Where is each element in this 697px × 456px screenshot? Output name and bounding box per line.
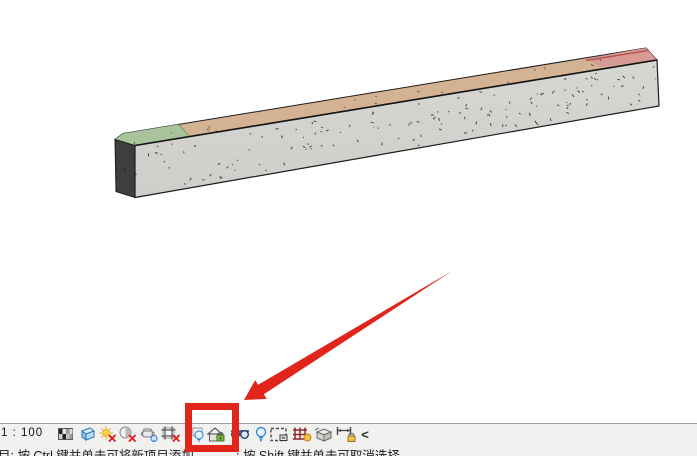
- detail-level-icon: [58, 428, 73, 440]
- crop-region-lightbulb-icon: [192, 426, 206, 442]
- visual-style-button[interactable]: [76, 425, 96, 443]
- view-control-bar: 1 : 100: [0, 423, 697, 445]
- sun-path-button[interactable]: [97, 425, 117, 443]
- hide-isolate-glasses-icon: [230, 428, 250, 440]
- temporary-hide-isolate-button[interactable]: [229, 425, 251, 443]
- temporary-view-properties-icon: [270, 427, 290, 442]
- visual-style-icon: [78, 427, 95, 441]
- highlight-displacement-sets-button[interactable]: [313, 425, 335, 443]
- crop-view-off-icon: [161, 426, 180, 442]
- unlocked-3d-view-house-icon: [206, 426, 226, 443]
- unlocked-3d-view-button[interactable]: [205, 425, 227, 443]
- temporary-view-properties-button[interactable]: [269, 425, 291, 443]
- sun-path-off-icon: [99, 426, 116, 442]
- rendering-teapot-icon: [140, 426, 158, 442]
- reveal-hidden-lightbulb-icon: [255, 426, 267, 442]
- beam-3d-view[interactable]: [0, 0, 697, 456]
- reveal-hidden-elements-button[interactable]: [251, 425, 271, 443]
- status-hint-text-right: ; 按 Shift 键并单击可取消选择: [236, 445, 400, 456]
- shadows-off-icon: [119, 426, 136, 442]
- status-bar: 目; 按 Ctrl 键并单击可将新项目添加 ; 按 Shift 键并单击可取消选…: [0, 444, 697, 456]
- crop-view-button[interactable]: [160, 425, 180, 443]
- expand-toolbar-button[interactable]: <: [355, 425, 375, 443]
- beam-end-speckle: [124, 169, 126, 171]
- show-rendering-dialog-button[interactable]: [139, 425, 159, 443]
- analytical-model-icon: [292, 426, 312, 442]
- displacement-sets-icon: [314, 427, 334, 442]
- shadows-button[interactable]: [117, 425, 137, 443]
- show-analytical-model-button[interactable]: [291, 425, 313, 443]
- drawing-area[interactable]: [0, 0, 697, 456]
- status-hint-text-left: 目; 按 Ctrl 键并单击可将新项目添加: [0, 445, 194, 456]
- revit-window: 1 : 100: [0, 0, 697, 456]
- beam-end-face[interactable]: [115, 140, 135, 198]
- detail-level-button[interactable]: [55, 425, 75, 443]
- view-scale-button[interactable]: 1 : 100: [1, 427, 43, 439]
